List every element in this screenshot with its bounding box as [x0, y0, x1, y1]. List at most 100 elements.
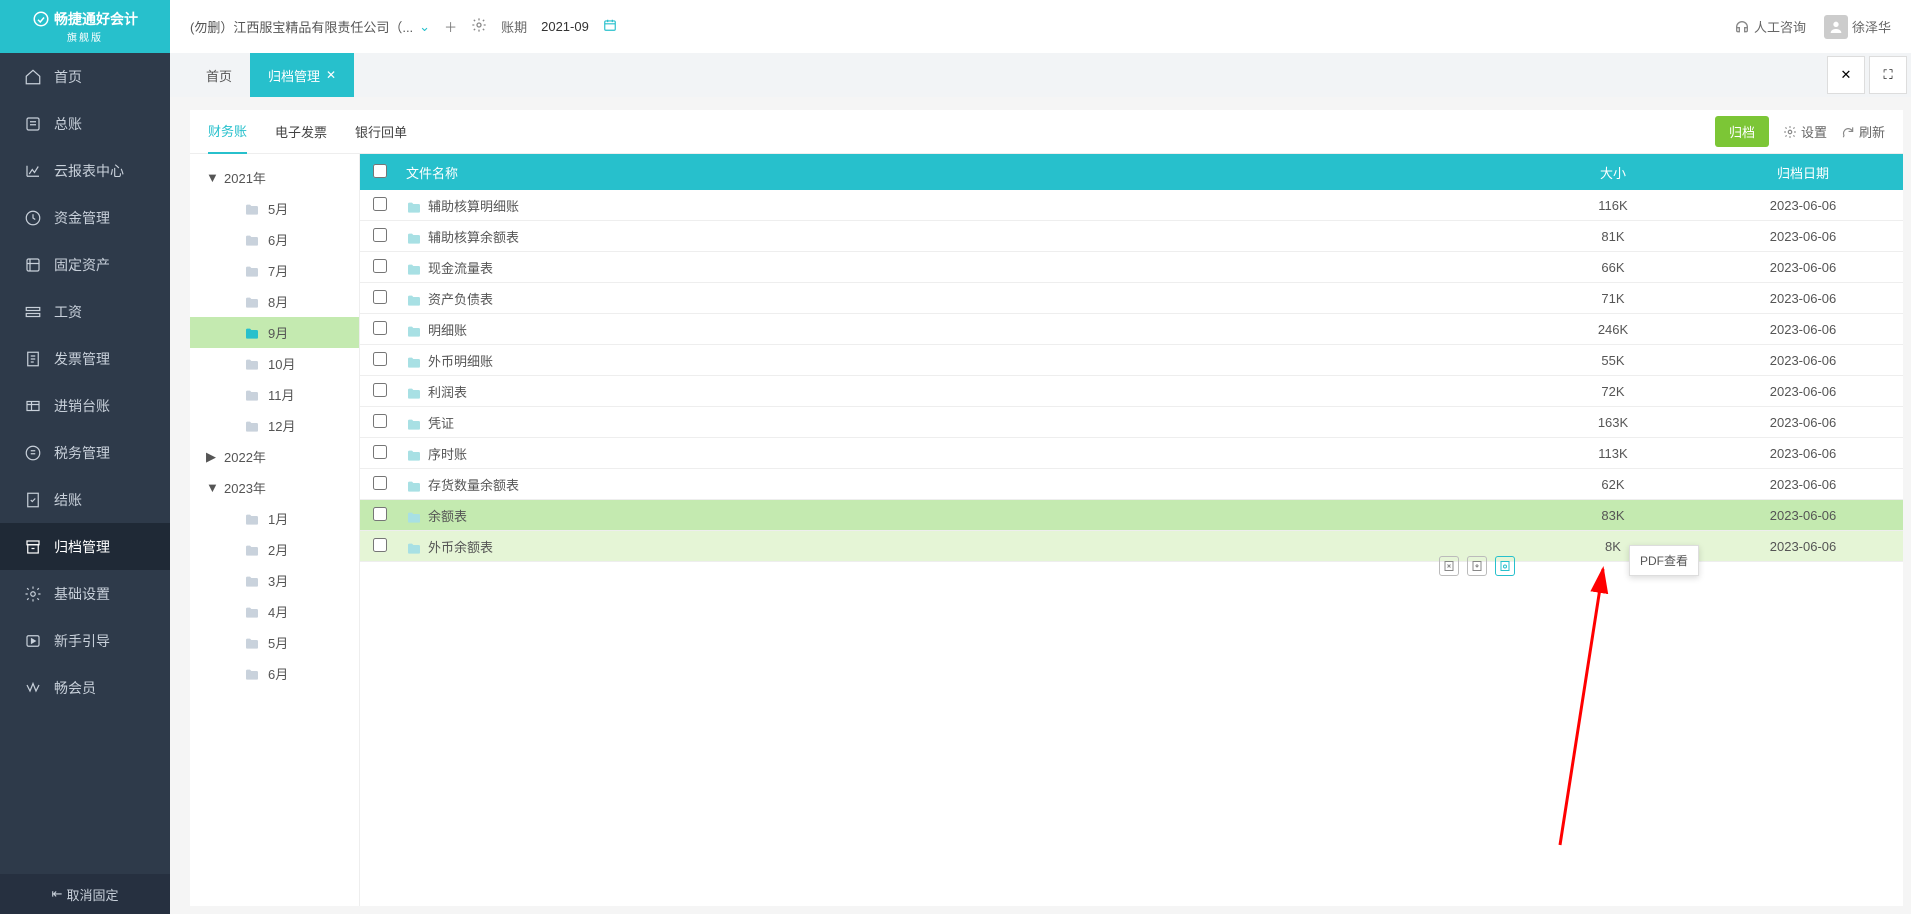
row-checkbox[interactable]	[373, 259, 387, 273]
file-icon	[406, 262, 422, 276]
nav-label: 税务管理	[54, 443, 110, 463]
nav-item-vip[interactable]: 畅会员	[0, 664, 170, 711]
month-node[interactable]: 9月	[190, 317, 359, 348]
month-node[interactable]: 10月	[190, 348, 359, 379]
tab-fullscreen-button[interactable]: ⛶	[1869, 56, 1907, 94]
row-checkbox[interactable]	[373, 321, 387, 335]
view-pdf-button[interactable]	[1495, 556, 1515, 576]
row-checkbox[interactable]	[373, 197, 387, 211]
company-settings-button[interactable]	[471, 17, 487, 36]
table-row[interactable]: 凭证163K2023-06-06	[360, 407, 1903, 438]
row-checkbox[interactable]	[373, 538, 387, 552]
file-icon	[406, 200, 422, 214]
file-date: 2023-06-06	[1703, 198, 1903, 213]
folder-icon	[244, 233, 260, 247]
folder-icon	[244, 605, 260, 619]
nav-item-ledger[interactable]: 总账	[0, 100, 170, 147]
nav-item-asset[interactable]: 固定资产	[0, 241, 170, 288]
month-label: 7月	[268, 261, 288, 280]
table-row[interactable]: 存货数量余额表62K2023-06-06	[360, 469, 1903, 500]
month-node[interactable]: 6月	[190, 658, 359, 689]
company-selector[interactable]: (勿删）江西服宝精品有限责任公司（... ⌄	[190, 17, 430, 36]
table-row[interactable]: 现金流量表66K2023-06-06	[360, 252, 1903, 283]
file-name: 凭证	[428, 416, 454, 431]
table-row[interactable]: 辅助核算明细账116K2023-06-06	[360, 190, 1903, 221]
row-checkbox[interactable]	[373, 414, 387, 428]
nav-item-tax[interactable]: 税务管理	[0, 429, 170, 476]
table-row[interactable]: 序时账113K2023-06-06	[360, 438, 1903, 469]
nav-item-invoice[interactable]: 发票管理	[0, 335, 170, 382]
asset-icon	[24, 256, 42, 274]
period-value[interactable]: 2021-09	[541, 19, 589, 34]
table-row[interactable]: 外币明细账55K2023-06-06	[360, 345, 1903, 376]
nav-item-chart[interactable]: 云报表中心	[0, 147, 170, 194]
cloud-icon	[32, 10, 50, 28]
month-node[interactable]: 5月	[190, 627, 359, 658]
file-date: 2023-06-06	[1703, 291, 1903, 306]
year-node[interactable]: ▼2021年	[190, 162, 359, 193]
subtab-2[interactable]: 银行回单	[355, 110, 407, 154]
close-icon[interactable]: ✕	[326, 68, 336, 82]
nav-item-archive[interactable]: 归档管理	[0, 523, 170, 570]
year-node[interactable]: ▶2022年	[190, 441, 359, 472]
nav-label: 首页	[54, 67, 82, 87]
nav-item-home[interactable]: 首页	[0, 53, 170, 100]
month-node[interactable]: 11月	[190, 379, 359, 410]
tab-归档管理[interactable]: 归档管理✕	[250, 53, 354, 97]
header: (勿删）江西服宝精品有限责任公司（... ⌄ ＋ 账期 2021-09 人工咨询…	[170, 0, 1911, 53]
nav-item-stock[interactable]: 进销台账	[0, 382, 170, 429]
gear-icon	[1783, 125, 1797, 139]
unpin-button[interactable]: ⇤ 取消固定	[0, 874, 170, 914]
file-icon	[406, 293, 422, 307]
consult-link[interactable]: 人工咨询	[1734, 17, 1806, 36]
table-row[interactable]: 利润表72K2023-06-06	[360, 376, 1903, 407]
month-label: 10月	[268, 354, 295, 373]
calendar-icon[interactable]	[603, 18, 617, 35]
month-node[interactable]: 3月	[190, 565, 359, 596]
row-checkbox[interactable]	[373, 445, 387, 459]
month-node[interactable]: 6月	[190, 224, 359, 255]
month-node[interactable]: 7月	[190, 255, 359, 286]
table-row[interactable]: 明细账246K2023-06-06	[360, 314, 1903, 345]
archive-button[interactable]: 归档	[1715, 116, 1769, 147]
add-company-button[interactable]: ＋	[444, 17, 457, 36]
row-checkbox[interactable]	[373, 507, 387, 521]
month-node[interactable]: 12月	[190, 410, 359, 441]
table-row[interactable]: 余额表83K2023-06-06	[360, 500, 1903, 531]
file-size: 55K	[1523, 353, 1703, 368]
nav-item-salary[interactable]: 工资	[0, 288, 170, 335]
row-checkbox[interactable]	[373, 383, 387, 397]
month-node[interactable]: 8月	[190, 286, 359, 317]
nav-item-gear[interactable]: 基础设置	[0, 570, 170, 617]
file-date: 2023-06-06	[1703, 322, 1903, 337]
month-label: 12月	[268, 416, 295, 435]
select-all-checkbox[interactable]	[373, 164, 387, 178]
download-excel-button[interactable]	[1439, 556, 1459, 576]
subtab-1[interactable]: 电子发票	[275, 110, 327, 154]
nav-item-guide[interactable]: 新手引导	[0, 617, 170, 664]
download-pdf-button[interactable]	[1467, 556, 1487, 576]
tab-首页[interactable]: 首页	[188, 53, 250, 97]
tab-close-button[interactable]: ✕	[1827, 56, 1865, 94]
row-checkbox[interactable]	[373, 476, 387, 490]
month-node[interactable]: 2月	[190, 534, 359, 565]
month-node[interactable]: 1月	[190, 503, 359, 534]
row-checkbox[interactable]	[373, 290, 387, 304]
row-checkbox[interactable]	[373, 228, 387, 242]
subtab-0[interactable]: 财务账	[208, 110, 247, 154]
month-node[interactable]: 4月	[190, 596, 359, 627]
year-label: 2023年	[224, 478, 266, 497]
nav-item-wallet[interactable]: 资金管理	[0, 194, 170, 241]
year-node[interactable]: ▼2023年	[190, 472, 359, 503]
nav-label: 归档管理	[54, 537, 110, 557]
month-node[interactable]: 5月	[190, 193, 359, 224]
settings-link[interactable]: 设置	[1783, 122, 1827, 141]
refresh-link[interactable]: 刷新	[1841, 122, 1885, 141]
table-row[interactable]: 资产负债表71K2023-06-06	[360, 283, 1903, 314]
user-menu[interactable]: 徐泽华	[1824, 15, 1891, 39]
sidebar: 畅捷通好会计 旗舰版 首页总账云报表中心资金管理固定资产工资发票管理进销台账税务…	[0, 0, 170, 914]
nav-item-close[interactable]: 结账	[0, 476, 170, 523]
folder-icon	[244, 667, 260, 681]
row-checkbox[interactable]	[373, 352, 387, 366]
table-row[interactable]: 辅助核算余额表81K2023-06-06	[360, 221, 1903, 252]
